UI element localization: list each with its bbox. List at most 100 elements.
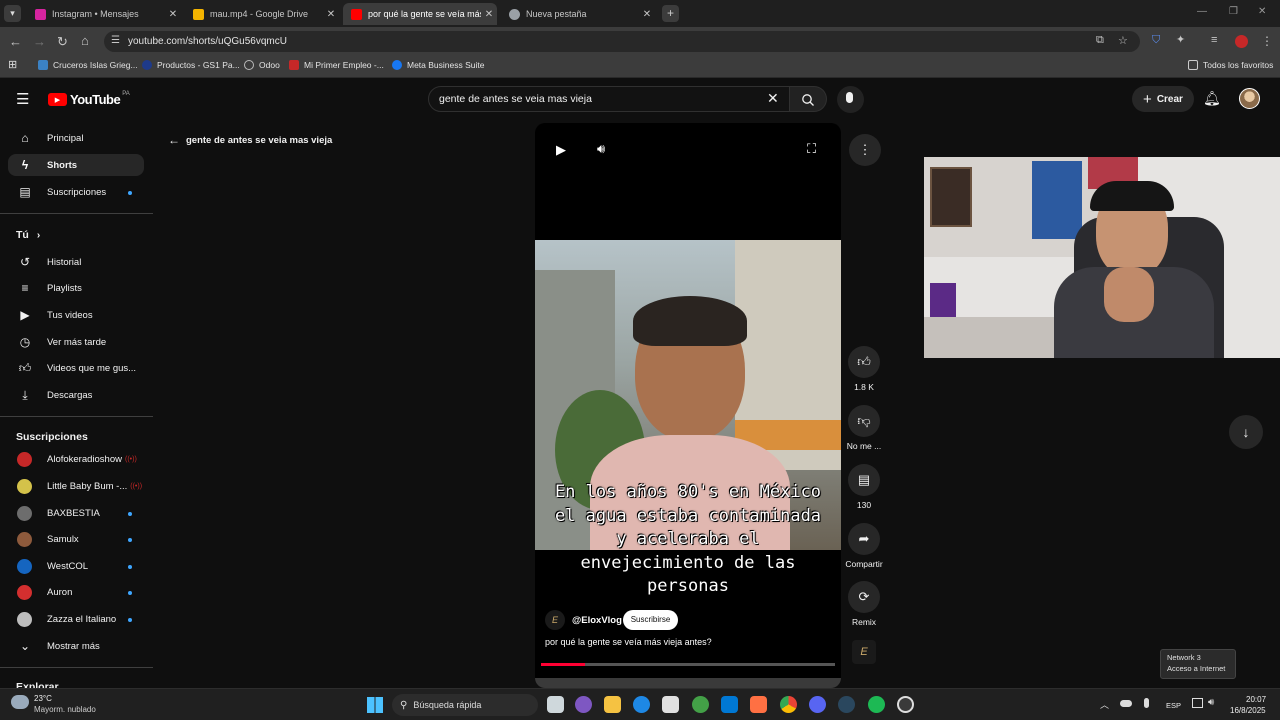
audio-source-thumbnail[interactable]: E <box>852 640 876 664</box>
tab-new-tab[interactable]: Nueva pestaña ✕ <box>501 3 655 25</box>
ai-app-icon[interactable] <box>750 696 767 713</box>
tab-instagram[interactable]: Instagram • Mensajes ✕ <box>27 3 181 25</box>
clock-time[interactable]: 20:07 <box>1246 695 1266 704</box>
tab-search-button[interactable]: ▾ <box>4 5 21 22</box>
progress-track[interactable] <box>541 663 835 666</box>
bookmark-item[interactable]: Cruceros Islas Grieg... <box>38 60 138 70</box>
sidebar-item-tus-videos[interactable]: ▶ Tus videos <box>8 304 144 326</box>
voice-search-button[interactable] <box>837 86 864 113</box>
create-button[interactable]: + Crear <box>1132 86 1194 112</box>
channel-avatar[interactable]: E <box>545 610 565 630</box>
install-icon[interactable]: ⧉ <box>1096 34 1104 47</box>
address-bar[interactable]: ☰ youtube.com/shorts/uQGu56vqmcU ⧉ ☆ <box>104 31 1140 52</box>
sidebar-subscription[interactable]: Zazza el Italiano <box>8 608 144 630</box>
subscribe-button[interactable]: Suscribirse <box>623 610 678 630</box>
outlook-icon[interactable] <box>721 696 738 713</box>
sidebar-subscription[interactable]: WestCOL <box>8 555 144 577</box>
like-button[interactable]: 👍︎ <box>848 346 880 378</box>
hamburger-menu-icon[interactable]: ☰ <box>16 90 29 108</box>
site-info-icon[interactable]: ☰ <box>111 35 120 46</box>
bookmark-star-icon[interactable]: ☆ <box>1118 34 1128 47</box>
url-text[interactable]: youtube.com/shorts/uQGu56vqmcU <box>128 36 287 47</box>
steam-icon[interactable] <box>838 696 855 713</box>
sidebar-item-descargas[interactable]: ⤓ Descargas <box>8 384 144 406</box>
sidebar-subscription[interactable]: Auron <box>8 581 144 603</box>
reload-icon[interactable]: ↻ <box>57 35 68 48</box>
channel-handle[interactable]: @EloxVlog <box>572 615 622 626</box>
shield-extension-icon[interactable]: ⛉ <box>1152 35 1160 46</box>
sidebar-item-playlists[interactable]: ≡ Playlists <box>8 277 144 299</box>
sidebar-subscription[interactable]: BAXBESTIA <box>8 502 144 524</box>
share-button[interactable]: ➦ <box>848 523 880 555</box>
sidebar-you-header[interactable]: Tú › <box>8 224 144 246</box>
clock-date[interactable]: 16/8/2025 <box>1230 706 1266 715</box>
maximize-icon[interactable]: ❐ <box>1229 6 1238 17</box>
bookmark-item[interactable]: Mi Primer Empleo -... <box>289 60 384 70</box>
spotify-icon[interactable] <box>868 696 885 713</box>
sidebar-subscription[interactable]: Alofokeradioshow ((•)) <box>8 448 144 470</box>
search-input[interactable]: gente de antes se veia mas vieja <box>439 93 592 105</box>
task-view-icon[interactable] <box>547 696 564 713</box>
comments-button[interactable]: ▤ <box>848 464 880 496</box>
clear-search-icon[interactable]: ✕ <box>767 90 779 107</box>
fullscreen-icon[interactable]: ⛶ <box>807 141 816 157</box>
scroll-down-button[interactable]: ↓ <box>1229 415 1263 449</box>
edge-icon[interactable] <box>633 696 650 713</box>
close-icon[interactable]: ✕ <box>639 9 655 20</box>
media-control-icon[interactable]: ≡ <box>1211 35 1217 46</box>
sidebar-subscription[interactable]: Samulx <box>8 528 144 550</box>
sidebar-item-shorts[interactable]: ϟ Shorts <box>8 154 144 176</box>
weather-temp[interactable]: 23°C <box>34 694 52 703</box>
store-icon[interactable] <box>662 696 679 713</box>
apps-icon[interactable]: ⊞ <box>8 58 17 71</box>
chrome-icon[interactable] <box>780 696 797 713</box>
sidebar-subscription[interactable]: Little Baby Bum -... ((•)) <box>8 475 144 497</box>
language-indicator[interactable]: ESP <box>1166 701 1181 710</box>
extensions-icon[interactable]: ✦ <box>1176 35 1185 46</box>
close-icon[interactable]: ✕ <box>165 9 181 20</box>
minimize-icon[interactable]: — <box>1197 6 1207 17</box>
new-tab-button[interactable]: + <box>662 5 679 22</box>
bookmark-item[interactable]: Meta Business Suite <box>392 60 484 70</box>
back-icon[interactable]: ← <box>9 35 22 48</box>
sidebar-item-historial[interactable]: ↺ Historial <box>8 251 144 273</box>
sidebar-item-ver-mas-tarde[interactable]: ◷ Ver más tarde <box>8 331 144 353</box>
account-avatar[interactable] <box>1239 88 1260 109</box>
all-bookmarks[interactable]: Todos los favoritos <box>1188 60 1273 70</box>
remix-button[interactable]: ⟳ <box>848 581 880 613</box>
file-explorer-icon[interactable] <box>604 696 621 713</box>
sidebar-item-suscripciones[interactable]: ▤ Suscripciones <box>8 181 144 203</box>
volume-tray-icon[interactable]: 🔊︎ <box>1208 697 1214 708</box>
close-icon[interactable]: ✕ <box>481 9 497 20</box>
weather-description[interactable]: Mayorm. nublado <box>34 705 96 714</box>
short-player[interactable]: ▶ 🔊︎ ⛶ En los años 80's en México el agu… <box>535 123 841 688</box>
weather-icon[interactable] <box>11 695 29 709</box>
bookmark-item[interactable]: Odoo <box>244 60 280 70</box>
back-to-search[interactable]: ← gente de antes se veia mas vieja <box>168 133 332 147</box>
tray-chevron-up-icon[interactable]: ︿ <box>1100 698 1109 711</box>
menu-icon[interactable]: ⋮ <box>1261 35 1273 47</box>
forward-icon[interactable]: → <box>33 35 46 48</box>
play-icon[interactable]: ▶ <box>556 142 566 158</box>
window-close-icon[interactable]: ✕ <box>1258 6 1266 17</box>
search-box[interactable]: gente de antes se veia mas vieja ✕ <box>428 86 790 112</box>
show-more-button[interactable]: ⌄ Mostrar más <box>8 635 144 657</box>
more-options-icon[interactable]: ⋮ <box>849 134 881 166</box>
home-icon[interactable]: ⌂ <box>81 34 89 47</box>
onedrive-icon[interactable] <box>1120 700 1132 707</box>
microphone-tray-icon[interactable] <box>1144 698 1149 708</box>
obs-icon[interactable] <box>897 696 914 713</box>
taskbar-search[interactable]: ⚲ Búsqueda rápida <box>392 694 538 716</box>
sidebar-item-principal[interactable]: ⌂ Principal <box>8 127 144 149</box>
copilot-icon[interactable] <box>575 696 592 713</box>
bookmark-item[interactable]: Productos - GS1 Pa... <box>142 60 240 70</box>
volume-icon[interactable]: 🔊︎ <box>597 141 605 157</box>
notifications-bell-icon[interactable]: 🔔︎ <box>1203 90 1221 107</box>
profile-avatar[interactable] <box>1235 35 1248 48</box>
tab-youtube[interactable]: por qué la gente se veía más vi ✕ <box>343 3 497 25</box>
xbox-icon[interactable] <box>692 696 709 713</box>
search-button[interactable] <box>790 86 827 112</box>
youtube-logo[interactable]: ▶ YouTube PA <box>48 91 130 107</box>
discord-icon[interactable] <box>809 696 826 713</box>
windows-start-icon[interactable] <box>367 697 383 713</box>
